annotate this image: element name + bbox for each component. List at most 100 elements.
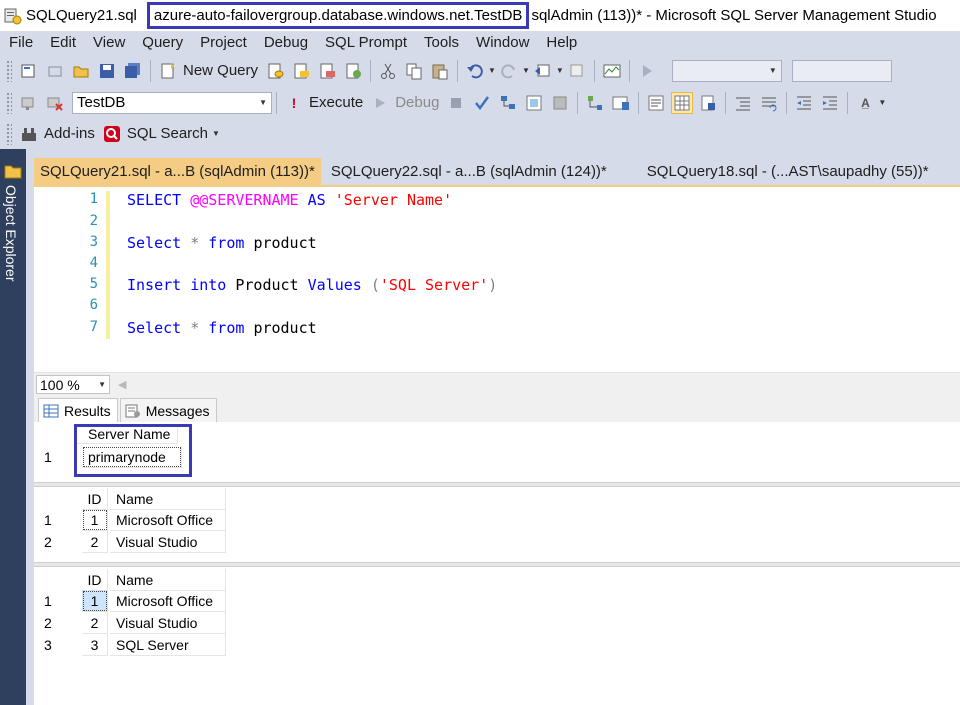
database-engine-query-icon[interactable] (264, 60, 286, 82)
ssms-app-icon[interactable] (4, 7, 22, 25)
menu-query[interactable]: Query (133, 34, 191, 51)
paste-icon[interactable] (429, 60, 451, 82)
grid-cell[interactable]: Microsoft Office (110, 509, 226, 531)
object-explorer-icon[interactable] (4, 163, 22, 179)
menu-edit[interactable]: Edit (41, 34, 84, 51)
navigate-backward-icon[interactable] (532, 60, 554, 82)
grid-cell[interactable]: 2 (82, 531, 108, 553)
column-header[interactable]: ID (82, 569, 108, 591)
menu-file[interactable]: File (0, 34, 41, 51)
add-ins-button[interactable]: Add-ins (44, 125, 95, 142)
dmx-query-icon[interactable] (316, 60, 338, 82)
comment-out-icon[interactable] (732, 92, 754, 114)
include-actual-plan-icon[interactable] (584, 92, 606, 114)
add-ins-icon[interactable] (18, 123, 40, 145)
toolbar-overflow-icon[interactable]: ▼ (212, 129, 220, 138)
execute-icon[interactable]: ! (283, 92, 305, 114)
menu-tools[interactable]: Tools (415, 34, 467, 51)
object-explorer-tab[interactable]: Object Explorer (3, 185, 19, 281)
toolbar-grip[interactable] (6, 122, 12, 145)
sql-search-icon[interactable] (101, 123, 123, 145)
grid-cell[interactable]: 1 (82, 509, 108, 531)
find-combo[interactable] (791, 59, 892, 82)
results-to-file-icon[interactable] (697, 92, 719, 114)
activity-monitor-icon[interactable] (601, 60, 623, 82)
toolbar-grip[interactable] (6, 59, 12, 82)
solution-config-combo[interactable]: ▼ (671, 59, 782, 82)
save-icon[interactable] (96, 60, 118, 82)
grid-cell[interactable]: SQL Server (110, 634, 226, 656)
grid-cell[interactable]: Microsoft Office (110, 590, 226, 612)
cancel-query-icon[interactable] (445, 92, 467, 114)
tab-sqlquery22[interactable]: SQLQuery22.sql - a...B (sqlAdmin (124))* (325, 158, 613, 185)
row-number[interactable]: 2 (44, 612, 74, 634)
code-line-5[interactable]: Insert into Product Values ('SQL Server'… (127, 276, 497, 294)
code-line-1[interactable]: SELECT @@SERVERNAME AS 'Server Name' (127, 191, 452, 209)
results-to-grid-icon[interactable] (671, 91, 694, 114)
copy-icon[interactable] (403, 60, 425, 82)
redo-icon[interactable] (498, 60, 520, 82)
cut-icon[interactable] (377, 60, 399, 82)
row-number[interactable]: 1 (44, 590, 74, 612)
column-header[interactable]: Name (110, 569, 226, 591)
undo-icon[interactable] (464, 60, 486, 82)
row-number[interactable]: 2 (44, 531, 74, 553)
grid-cell[interactable]: 3 (82, 634, 108, 656)
undo-dropdown-arrow[interactable]: ▼ (488, 66, 496, 75)
parse-icon[interactable] (471, 92, 493, 114)
available-databases-combo[interactable]: TestDB ▼ (72, 91, 272, 114)
tab-sqlquery18[interactable]: SQLQuery18.sql - (...AST\saupadhy (55))* (641, 158, 935, 185)
column-header[interactable]: ID (82, 488, 108, 510)
add-item-icon[interactable] (44, 60, 66, 82)
query-designer-icon[interactable] (523, 92, 545, 114)
column-header[interactable]: Name (110, 488, 226, 510)
xmla-query-icon[interactable] (342, 60, 364, 82)
client-statistics-icon[interactable] (610, 92, 632, 114)
grid-cell[interactable]: 2 (82, 612, 108, 634)
connect-icon[interactable] (18, 92, 40, 114)
menu-sql-prompt[interactable]: SQL Prompt (316, 34, 415, 51)
grid-cell[interactable]: 1 (82, 590, 108, 612)
new-query-button[interactable]: New Query (183, 62, 258, 79)
navigate-forward-icon[interactable] (566, 60, 588, 82)
menu-window[interactable]: Window (467, 34, 537, 51)
navigate-dropdown-arrow[interactable]: ▼ (556, 66, 564, 75)
sql-search-button[interactable]: SQL Search (127, 125, 208, 142)
start-icon[interactable] (636, 60, 658, 82)
row-number[interactable]: 1 (44, 446, 74, 468)
mdx-query-icon[interactable] (290, 60, 312, 82)
code-line-7[interactable]: Select * from product (127, 319, 317, 337)
row-number[interactable]: 3 (44, 634, 74, 656)
tab-messages[interactable]: Messages (119, 398, 217, 422)
new-query-icon[interactable] (157, 60, 179, 82)
row-number[interactable]: 1 (44, 509, 74, 531)
specify-values-icon[interactable] (549, 92, 571, 114)
toolbar-grip[interactable] (6, 91, 12, 114)
code-line-3[interactable]: Select * from product (127, 234, 317, 252)
menu-debug[interactable]: Debug (255, 34, 316, 51)
menu-project[interactable]: Project (191, 34, 255, 51)
open-folder-icon[interactable] (70, 60, 92, 82)
tab-sqlquery21[interactable]: SQLQuery21.sql - a...B (sqlAdmin (113))* (34, 158, 321, 185)
increase-indent-icon[interactable] (819, 92, 841, 114)
estimated-plan-icon[interactable] (497, 92, 519, 114)
query-editor[interactable]: 1 2 3 4 5 6 7 SELECT @@SERVERNAME AS 'Se… (34, 187, 960, 372)
save-all-icon[interactable] (122, 60, 144, 82)
results-to-text-icon[interactable] (645, 92, 667, 114)
debug-icon[interactable] (369, 92, 391, 114)
redo-dropdown-arrow[interactable]: ▼ (522, 66, 530, 75)
debug-button[interactable]: Debug (395, 94, 439, 111)
new-project-icon[interactable] (18, 60, 40, 82)
change-connection-icon[interactable] (44, 92, 66, 114)
grid-cell[interactable]: Visual Studio (110, 612, 226, 634)
menu-view[interactable]: View (84, 34, 133, 51)
scroll-left-arrow-icon[interactable]: ◀ (118, 378, 126, 391)
toolbar-overflow-icon[interactable]: ▼ (878, 98, 886, 107)
menu-help[interactable]: Help (537, 34, 585, 51)
tab-results[interactable]: Results (38, 398, 118, 422)
grid-cell[interactable]: Visual Studio (110, 531, 226, 553)
uncomment-icon[interactable] (758, 92, 780, 114)
execute-button[interactable]: Execute (309, 94, 363, 111)
decrease-indent-icon[interactable] (793, 92, 815, 114)
specify-template-values-icon[interactable]: A̲ (854, 92, 876, 114)
